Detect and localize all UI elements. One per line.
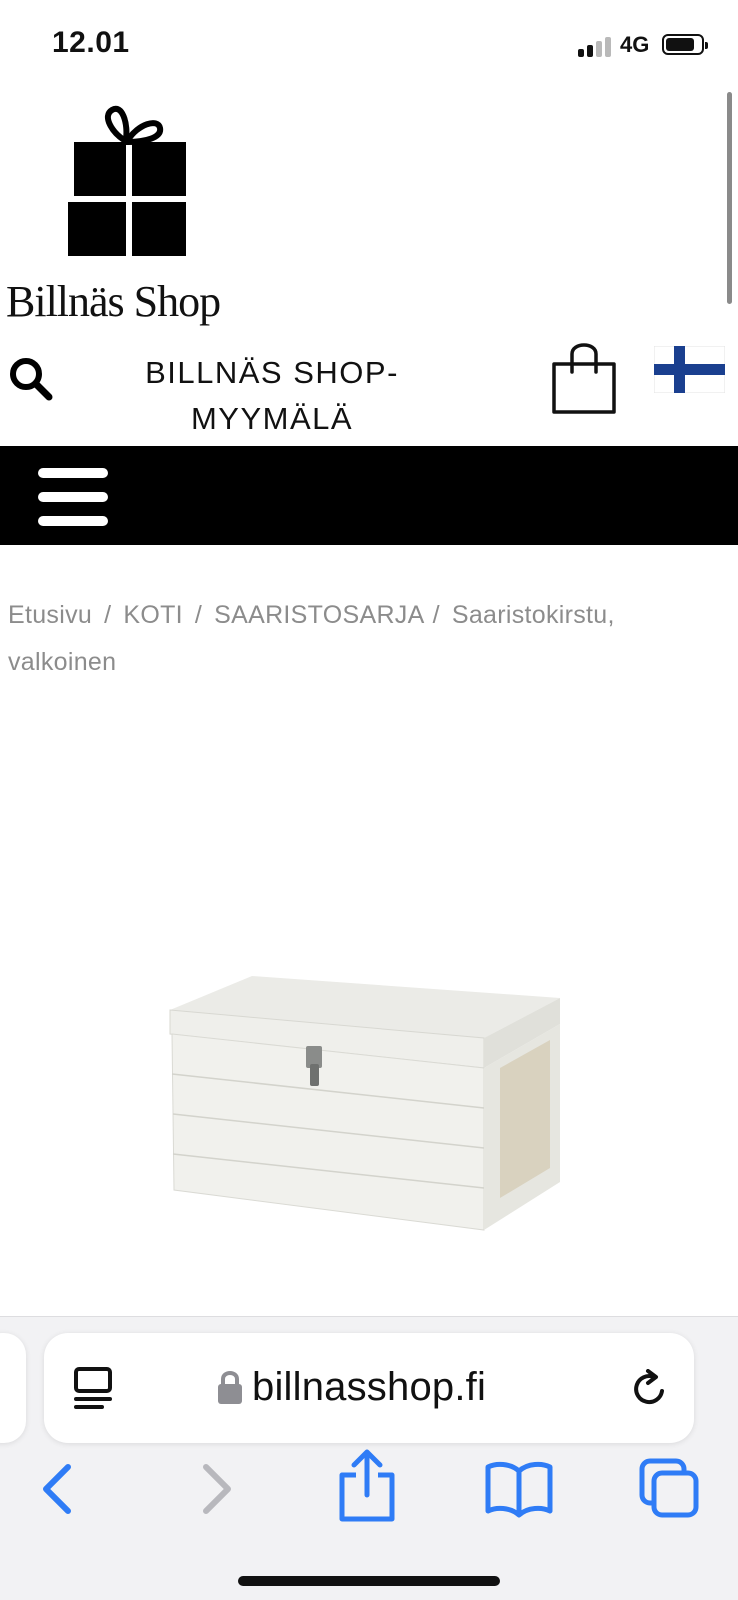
- shop-logo[interactable]: Billnäs Shop: [6, 104, 246, 334]
- status-time: 12.01: [52, 26, 130, 59]
- navigation-bar: [0, 446, 738, 545]
- breadcrumb-home[interactable]: Etusivu: [8, 601, 92, 629]
- share-icon[interactable]: [332, 1447, 402, 1523]
- network-type: 4G: [620, 32, 650, 57]
- hamburger-menu-icon[interactable]: [38, 468, 108, 526]
- breadcrumb-saaristosarja[interactable]: SAARISTOSARJA: [214, 601, 424, 629]
- breadcrumb-koti[interactable]: KOTI: [123, 601, 183, 629]
- previous-tab-preview[interactable]: [0, 1333, 26, 1443]
- cellular-signal-icon: [578, 35, 614, 57]
- breadcrumb-separator: /: [194, 601, 203, 629]
- breadcrumb: Etusivu / KOTI / SAARISTOSARJA / Saaristokirst…: [8, 592, 708, 686]
- battery-icon: [662, 34, 708, 55]
- breadcrumb-separator: /: [432, 601, 440, 629]
- url-text[interactable]: billnasshop.fi: [252, 1359, 486, 1415]
- search-icon[interactable]: [8, 356, 54, 402]
- tabs-icon[interactable]: [638, 1457, 702, 1521]
- address-bar[interactable]: billnasshop.fi: [44, 1333, 694, 1443]
- scroll-indicator[interactable]: [727, 92, 732, 304]
- logo-text: Billnäs Shop: [6, 277, 221, 326]
- status-bar: 12.01 4G: [0, 0, 738, 92]
- lock-icon: [218, 1371, 242, 1404]
- finnish-flag-icon[interactable]: [654, 346, 725, 393]
- back-chevron-icon[interactable]: [28, 1457, 92, 1521]
- browser-toolbar: billnasshop.fi: [0, 1316, 738, 1600]
- gift-box-logo-icon: [68, 105, 186, 256]
- reader-mode-icon[interactable]: [72, 1365, 114, 1411]
- bookmarks-icon[interactable]: [484, 1457, 554, 1521]
- product-image[interactable]: [160, 968, 580, 1238]
- store-title-link[interactable]: BILLNÄS SHOP-MYYMÄLÄ: [112, 350, 432, 442]
- home-indicator[interactable]: [238, 1576, 500, 1586]
- breadcrumb-separator: /: [104, 601, 112, 629]
- forward-chevron-icon[interactable]: [182, 1457, 246, 1521]
- reload-icon[interactable]: [630, 1369, 670, 1409]
- shopping-bag-icon[interactable]: [548, 338, 620, 416]
